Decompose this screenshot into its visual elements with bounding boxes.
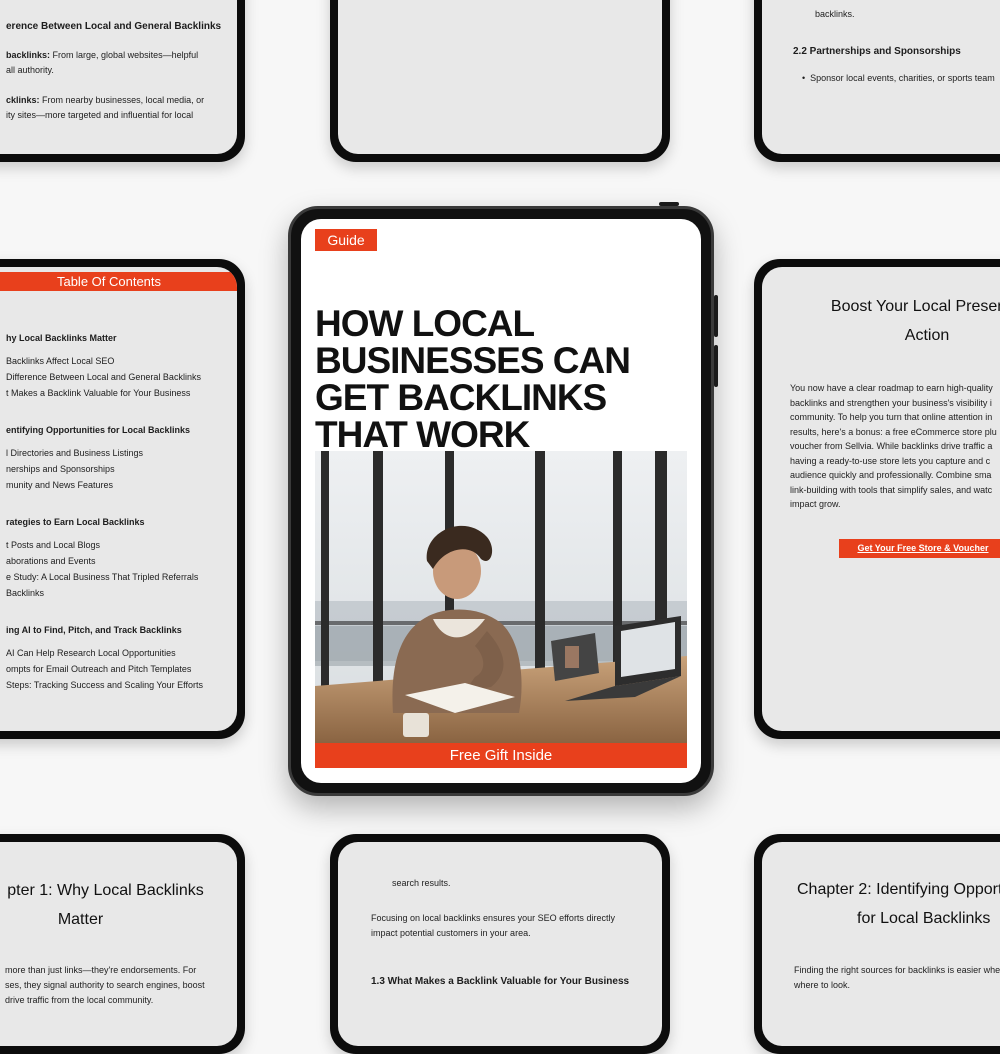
tablet-top-right: backlinks. 2.2 Partnerships and Sponsors…: [754, 0, 1000, 162]
title-line: HOW LOCAL: [315, 303, 535, 344]
body-line: impact grow.: [790, 499, 841, 509]
tablet-cover: Guide HOW LOCAL BUSINESSES CAN GET BACKL…: [288, 202, 718, 796]
volume-up-button: [714, 295, 718, 337]
toc-chapter-title[interactable]: entifying Opportunities for Local Backli…: [6, 425, 190, 435]
cover-photo: [315, 451, 687, 743]
text-line: backlinks.: [815, 9, 855, 19]
toc-item[interactable]: Difference Between Local and General Bac…: [6, 372, 201, 382]
tablet-chapter-1: pter 1: Why Local Backlinks Matter more …: [0, 834, 245, 1054]
body-line: ses, they signal authority to search eng…: [5, 980, 205, 990]
toc-item[interactable]: Steps: Tracking Success and Scaling Your…: [6, 680, 203, 690]
page-section-1-3: search results. Focusing on local backli…: [338, 842, 662, 1046]
body-line: link-building with tools that simplify s…: [790, 484, 993, 495]
toc-item[interactable]: ompts for Email Outreach and Pitch Templ…: [6, 664, 191, 674]
chapter-heading-line1: Chapter 2: Identifying Opport: [797, 881, 1000, 898]
body-line: community. To help you turn that online …: [790, 412, 993, 422]
section-heading: erence Between Local and General Backlin…: [6, 21, 222, 32]
page-boost-presence: Boost Your Local Presence Action You now…: [762, 267, 1000, 731]
toc-item[interactable]: AI Can Help Research Local Opportunities: [6, 648, 176, 658]
section-heading: 2.2 Partnerships and Sponsorships: [793, 46, 961, 57]
body-line: voucher from Sellvia. While backlinks dr…: [790, 441, 993, 451]
body-line: Finding the right sources for backlinks …: [794, 965, 1000, 975]
toc-header: Table Of Contents: [0, 272, 237, 291]
toc-item[interactable]: Backlinks Affect Local SEO: [6, 356, 114, 366]
toc-item[interactable]: Backlinks: [6, 588, 44, 598]
term-label: backlinks:: [6, 50, 51, 60]
toc-item[interactable]: munity and News Features: [6, 480, 113, 490]
blank-page: [338, 0, 662, 154]
power-button: [659, 202, 679, 206]
page-chapter-2: Chapter 2: Identifying Opport for Local …: [762, 842, 1000, 1046]
tablet-top-center: [330, 0, 670, 162]
body-line: impact potential customers in your area.: [371, 928, 531, 938]
chapter-heading-line2: for Local Backlinks: [857, 910, 991, 927]
body-line: You now have a clear roadmap to earn hig…: [790, 383, 993, 393]
title-line: GET BACKLINKS: [315, 377, 607, 418]
page-partnerships: backlinks. 2.2 Partnerships and Sponsors…: [762, 0, 1000, 154]
title-line: BUSINESSES CAN: [315, 340, 631, 381]
chapter-heading-line2: Matter: [57, 911, 104, 928]
body-line: drive traffic from the local community.: [5, 995, 154, 1005]
page-chapter-1: pter 1: Why Local Backlinks Matter more …: [0, 842, 237, 1046]
body-line: results, here's a bonus: a free eCommerc…: [790, 426, 997, 437]
bullet-dot-icon: •: [802, 73, 811, 83]
term-label: cklinks:: [6, 95, 40, 105]
tablet-chapter-2: Chapter 2: Identifying Opport for Local …: [754, 834, 1000, 1054]
volume-down-button: [714, 345, 718, 387]
heading-line1: Boost Your Local Presence: [830, 298, 1000, 315]
toc-chapter-title[interactable]: hy Local Backlinks Matter: [6, 333, 117, 343]
title-line: THAT WORK: [315, 414, 530, 455]
term-text: From nearby businesses, local media, or: [39, 95, 205, 105]
body-line: having a ready-to-use store lets you cap…: [790, 455, 991, 466]
bullet-item: • Sponsor local events, charities, or sp…: [802, 71, 995, 86]
toc-chapter-title[interactable]: ing AI to Find, Pitch, and Track Backlin…: [6, 625, 182, 635]
toc-item[interactable]: e Study: A Local Business That Tripled R…: [6, 572, 198, 582]
cover-title: HOW LOCAL BUSINESSES CAN GET BACKLINKS T…: [315, 305, 695, 453]
free-gift-banner: Free Gift Inside: [315, 743, 687, 768]
paragraph-global: backlinks: From large, global websites—h…: [6, 48, 198, 63]
toc-item[interactable]: t Makes a Backlink Valuable for Your Bus…: [6, 388, 190, 398]
toc-item[interactable]: l Directories and Business Listings: [6, 448, 143, 458]
tablet-top-left: erence Between Local and General Backlin…: [0, 0, 245, 162]
page-difference-backlinks: erence Between Local and General Backlin…: [0, 0, 237, 154]
cover-screen: Guide HOW LOCAL BUSINESSES CAN GET BACKL…: [301, 219, 701, 783]
toc-item[interactable]: aborations and Events: [6, 556, 96, 566]
body-line: audience quickly and professionally. Com…: [790, 470, 992, 480]
free-store-voucher-button[interactable]: Get Your Free Store & Voucher: [839, 539, 1000, 558]
paragraph-global-line2: all authority.: [6, 65, 54, 75]
tablet-toc: Table Of Contents hy Local Backlinks Mat…: [0, 259, 245, 739]
heading-line2: Action: [904, 327, 950, 344]
toc-item[interactable]: t Posts and Local Blogs: [6, 540, 100, 550]
toc-item[interactable]: nerships and Sponsorships: [6, 464, 115, 474]
body-line: where to look.: [794, 980, 851, 990]
section-heading: 1.3 What Makes a Backlink Valuable for Y…: [371, 976, 630, 987]
tablet-boost: Boost Your Local Presence Action You now…: [754, 259, 1000, 739]
toc-chapter-title[interactable]: rategies to Earn Local Backlinks: [6, 517, 145, 527]
body-line: Focusing on local backlinks ensures your…: [371, 913, 615, 923]
chapter-heading-line1: pter 1: Why Local Backlinks: [7, 882, 204, 899]
paragraph-local: cklinks: From nearby businesses, local m…: [6, 93, 204, 108]
tablet-section-1-3: search results. Focusing on local backli…: [330, 834, 670, 1054]
bullet-text: Sponsor local events, charities, or spor…: [810, 73, 995, 83]
paragraph-local-line2: ity sites—more targeted and influential …: [6, 110, 194, 120]
body-line: backlinks and strengthen your business's…: [790, 397, 992, 408]
text-line: search results.: [392, 878, 451, 888]
guide-badge: Guide: [315, 229, 377, 251]
term-text: From large, global websites—helpful: [50, 50, 199, 60]
man-working-laptop-illustration: [315, 451, 687, 743]
page-table-of-contents: Table Of Contents hy Local Backlinks Mat…: [0, 267, 237, 731]
body-line: more than just links—they're endorsement…: [5, 965, 197, 975]
